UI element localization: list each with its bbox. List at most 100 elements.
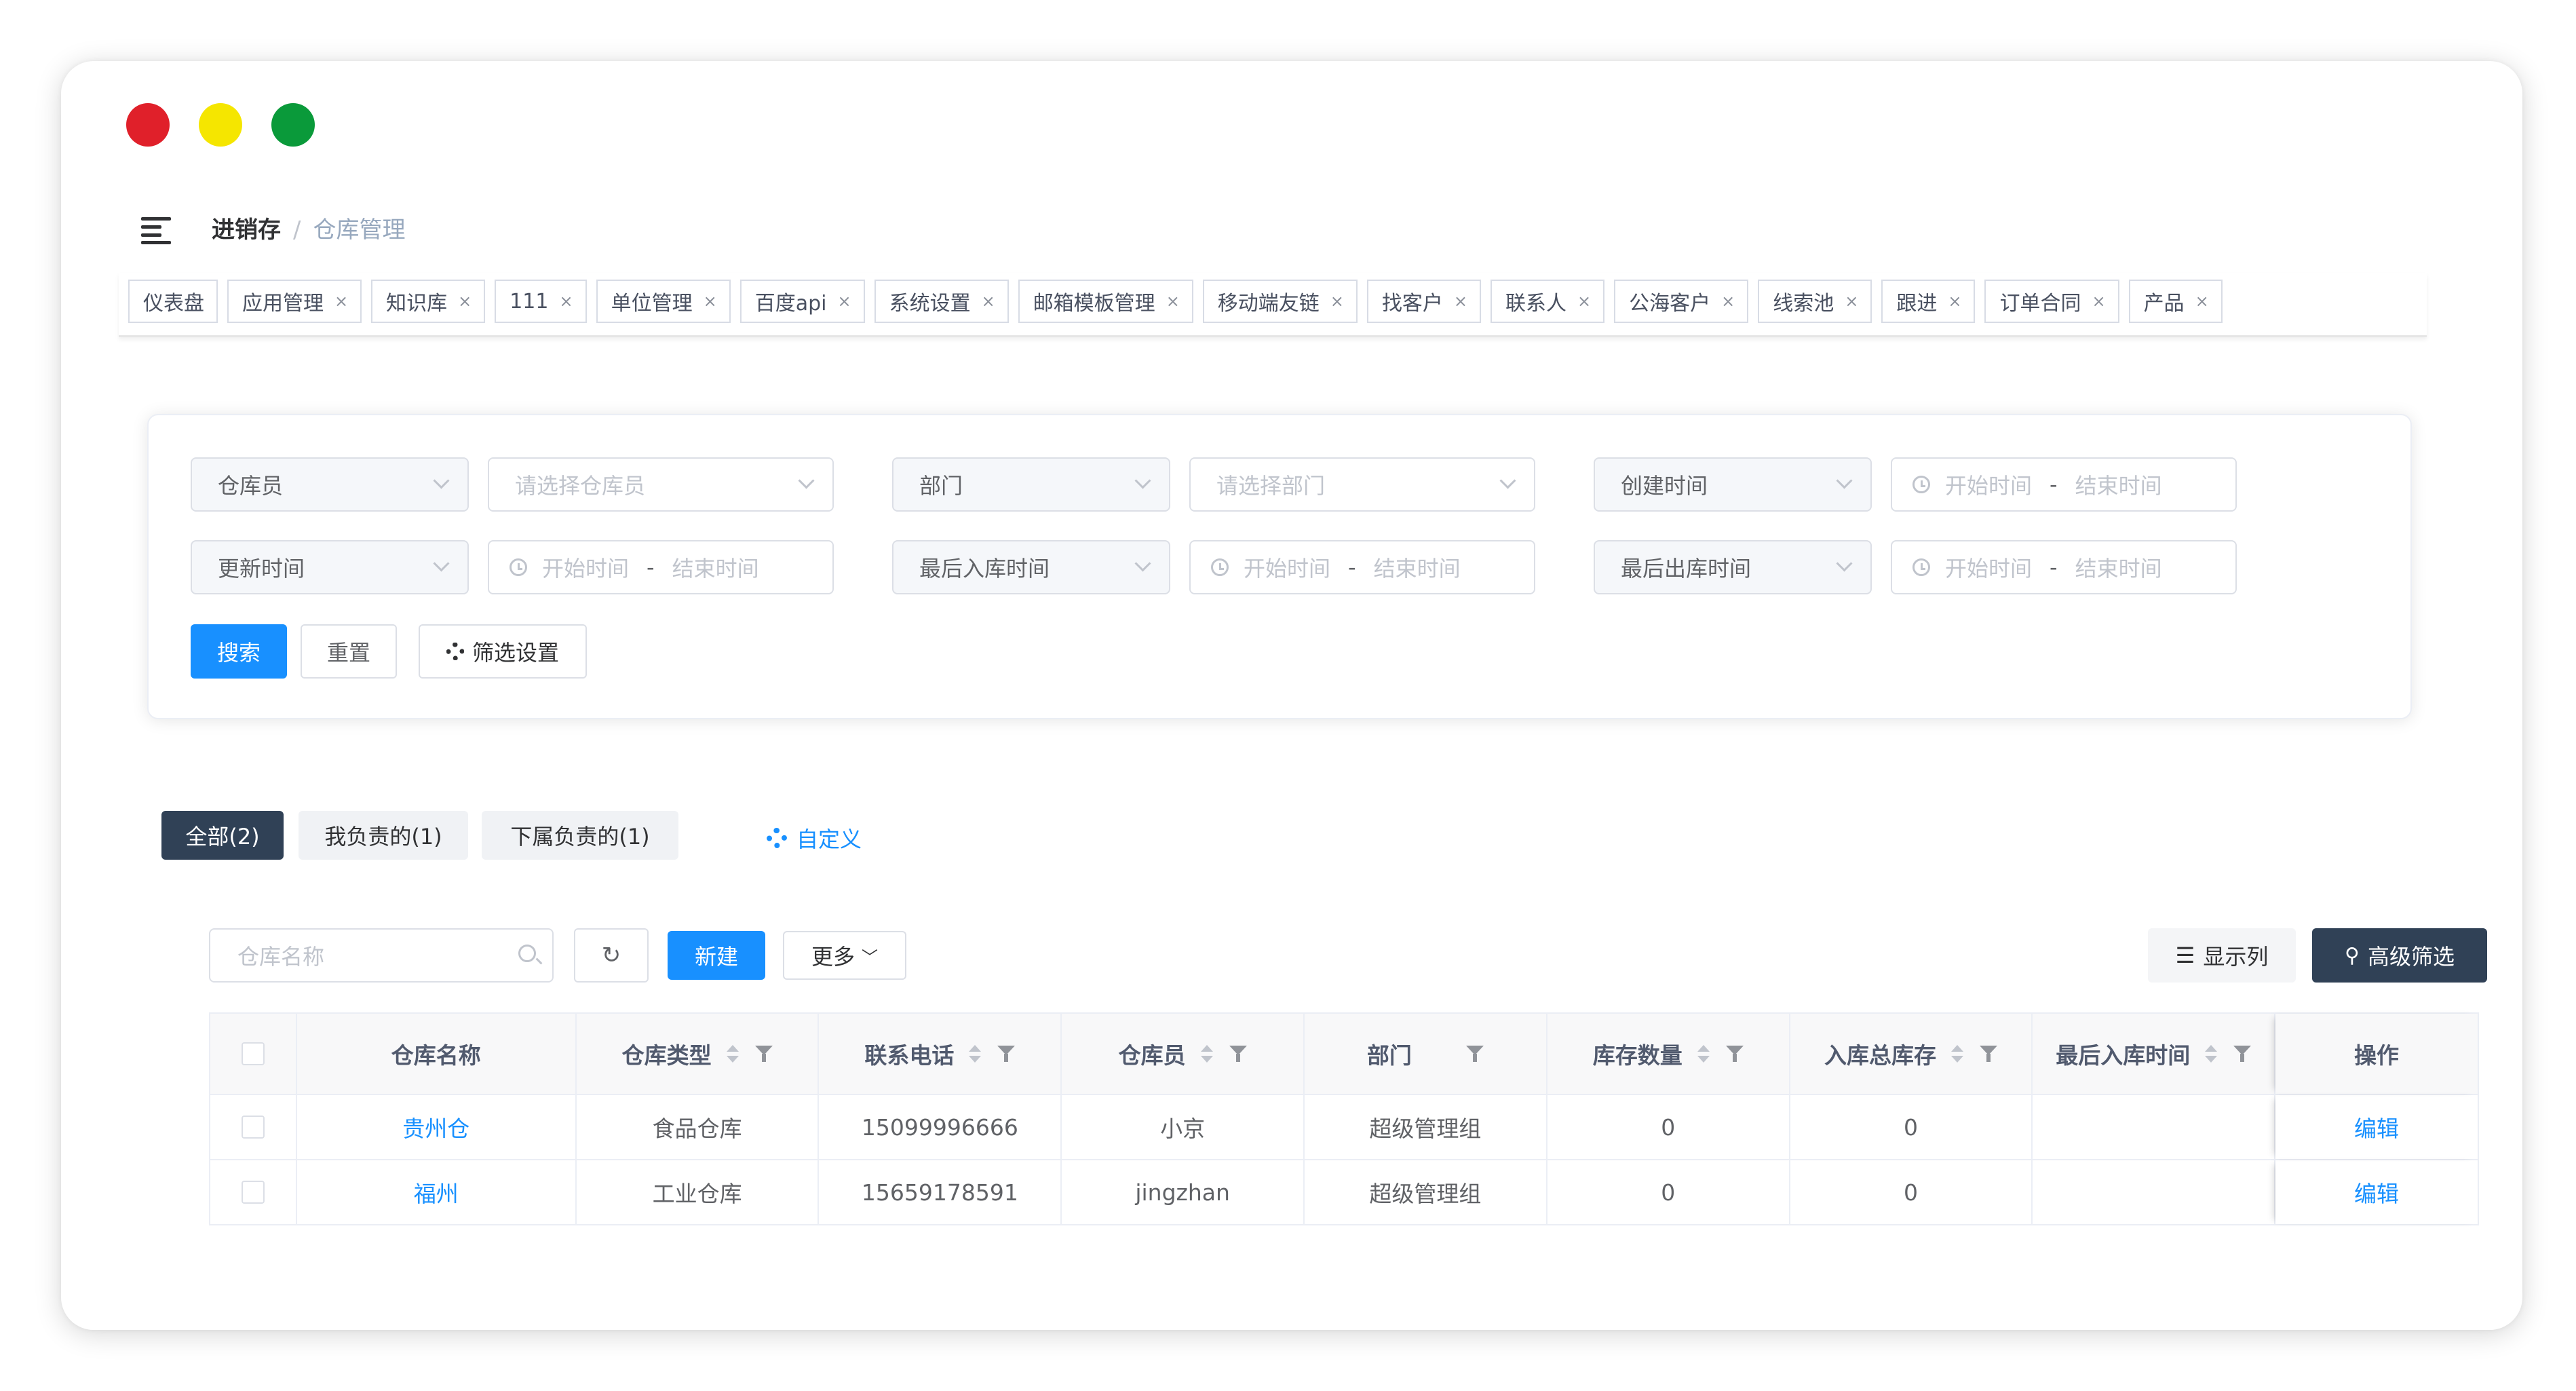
updated-time-range-picker[interactable]: 开始时间 - 结束时间 [488, 540, 834, 594]
breadcrumb: 进销存 / 仓库管理 [212, 213, 405, 247]
filter-icon[interactable] [997, 1044, 1016, 1063]
filter-field-select-created-time[interactable]: 创建时间 [1594, 457, 1872, 512]
tag-item[interactable]: 邮箱模板管理 × [1018, 280, 1193, 323]
department-select[interactable]: 请选择部门 [1189, 457, 1535, 512]
filter-icon[interactable] [754, 1044, 773, 1063]
sliders-icon: ☰ [2175, 942, 2195, 968]
maximize-window-dot[interactable] [271, 103, 315, 147]
created-time-range-picker[interactable]: 开始时间 - 结束时间 [1891, 457, 2237, 512]
close-icon[interactable]: × [704, 292, 717, 311]
customize-link[interactable]: 自定义 [767, 822, 862, 854]
tag-item[interactable]: 系统设置 × [874, 280, 1009, 323]
warehouse-name-link[interactable]: 福州 [297, 1160, 577, 1224]
tag-item[interactable]: 公海客户 × [1614, 280, 1749, 323]
tab-subordinates[interactable]: 下属负责的(1) [482, 811, 678, 860]
tag-item[interactable]: 产品 × [2128, 280, 2223, 323]
close-icon[interactable]: × [1721, 292, 1735, 311]
sort-icon[interactable] [1697, 1045, 1710, 1063]
close-icon[interactable]: × [1330, 292, 1344, 311]
chevron-down-icon [1836, 555, 1853, 572]
tag-item[interactable]: 跟进 × [1881, 280, 1976, 323]
last-inbound-time-range-picker[interactable]: 开始时间 - 结束时间 [1189, 540, 1535, 594]
row-checkbox[interactable] [241, 1181, 265, 1204]
warehouse-name-search-input[interactable]: 仓库名称 [209, 928, 554, 983]
close-icon[interactable]: × [2092, 292, 2105, 311]
tag-label: 联系人 [1505, 292, 1567, 316]
tag-label: 邮箱模板管理 [1033, 292, 1155, 316]
row-select-cell [210, 1095, 297, 1159]
close-icon[interactable]: × [458, 292, 472, 311]
filter-field-select-warehouse-keeper[interactable]: 仓库员 [191, 457, 469, 512]
show-columns-button[interactable]: ☰ 显示列 [2148, 928, 2296, 983]
tag-item[interactable]: 百度api × [739, 280, 865, 323]
tag-item[interactable]: 111 × [495, 280, 587, 323]
filter-field-select-last-outbound-time[interactable]: 最后出库时间 [1594, 540, 1872, 594]
tag-label: 知识库 [386, 292, 448, 316]
tag-item[interactable]: 线索池 × [1758, 280, 1872, 323]
cell-phone: 15659178591 [819, 1160, 1062, 1224]
more-dropdown-button[interactable]: 更多 ﹀ [783, 931, 906, 980]
tag-item[interactable]: 移动端友链 × [1202, 280, 1358, 323]
new-button[interactable]: 新建 [668, 931, 765, 980]
row-checkbox[interactable] [241, 1116, 265, 1139]
filter-icon[interactable] [1725, 1044, 1744, 1063]
sort-icon[interactable] [969, 1045, 982, 1063]
filter-field-select-last-inbound-time[interactable]: 最后入库时间 [892, 540, 1170, 594]
close-icon[interactable]: × [2195, 292, 2209, 311]
close-window-dot[interactable] [126, 103, 170, 147]
warehouse-keeper-select[interactable]: 请选择仓库员 [488, 457, 834, 512]
tag-item[interactable]: 联系人 × [1491, 280, 1605, 323]
tag-item[interactable]: 单位管理 × [596, 280, 731, 323]
minimize-window-dot[interactable] [199, 103, 242, 147]
filter-field-select-department[interactable]: 部门 [892, 457, 1170, 512]
edit-link[interactable]: 编辑 [2275, 1095, 2479, 1159]
close-icon[interactable]: × [982, 292, 995, 311]
filter-icon[interactable] [1465, 1044, 1484, 1063]
sort-icon[interactable] [1200, 1045, 1213, 1063]
gear-icon [767, 828, 787, 848]
clock-icon [1211, 558, 1229, 576]
close-icon[interactable]: × [1454, 292, 1467, 311]
warehouse-name-link[interactable]: 贵州仓 [297, 1095, 577, 1159]
sort-icon[interactable] [726, 1045, 739, 1063]
header-keeper: 仓库员 [1062, 1014, 1305, 1094]
filter-settings-button[interactable]: 筛选设置 [419, 624, 587, 679]
hamburger-menu-icon[interactable] [141, 217, 171, 244]
filter-icon[interactable] [2233, 1044, 2252, 1063]
last-outbound-time-range-picker[interactable]: 开始时间 - 结束时间 [1891, 540, 2237, 594]
filter-icon[interactable] [1979, 1044, 1997, 1063]
close-icon[interactable]: × [837, 292, 851, 311]
breadcrumb-root[interactable]: 进销存 [212, 216, 281, 244]
sort-icon[interactable] [2205, 1045, 2218, 1063]
close-icon[interactable]: × [1577, 292, 1591, 311]
tag-item[interactable]: 知识库 × [371, 280, 486, 323]
advanced-filter-button[interactable]: ⚲ 高级筛选 [2312, 928, 2487, 983]
reset-button[interactable]: 重置 [301, 624, 397, 679]
search-button[interactable]: 搜索 [191, 624, 287, 679]
tag-label: 111 [510, 289, 549, 313]
close-icon[interactable]: × [1948, 292, 1961, 311]
select-all-checkbox[interactable] [241, 1042, 265, 1065]
tab-all[interactable]: 全部(2) [161, 811, 284, 860]
filter-icon[interactable] [1229, 1044, 1247, 1063]
tag-item[interactable]: 订单合同 × [1984, 280, 2119, 323]
tag-item[interactable]: 找客户 × [1366, 280, 1482, 323]
chevron-down-icon [433, 555, 450, 572]
cell-keeper: 小京 [1062, 1095, 1305, 1159]
tag-dashboard[interactable]: 仪表盘 [128, 280, 218, 323]
close-icon[interactable]: × [559, 292, 573, 311]
refresh-button[interactable]: ↻ [574, 928, 649, 983]
close-icon[interactable]: × [334, 292, 348, 311]
tag-item[interactable]: 应用管理 × [227, 280, 362, 323]
close-icon[interactable]: × [1166, 292, 1180, 311]
filter-field-select-updated-time[interactable]: 更新时间 [191, 540, 469, 594]
filter-settings-label: 筛选设置 [472, 640, 559, 666]
range-separator: - [647, 554, 655, 580]
edit-link[interactable]: 编辑 [2275, 1160, 2479, 1224]
sort-icon[interactable] [1950, 1045, 1963, 1063]
select-label: 创建时间 [1621, 473, 1708, 499]
range-end: 结束时间 [672, 556, 759, 582]
search-icon[interactable] [518, 945, 536, 962]
close-icon[interactable]: × [1845, 292, 1858, 311]
tab-mine[interactable]: 我负责的(1) [299, 811, 468, 860]
